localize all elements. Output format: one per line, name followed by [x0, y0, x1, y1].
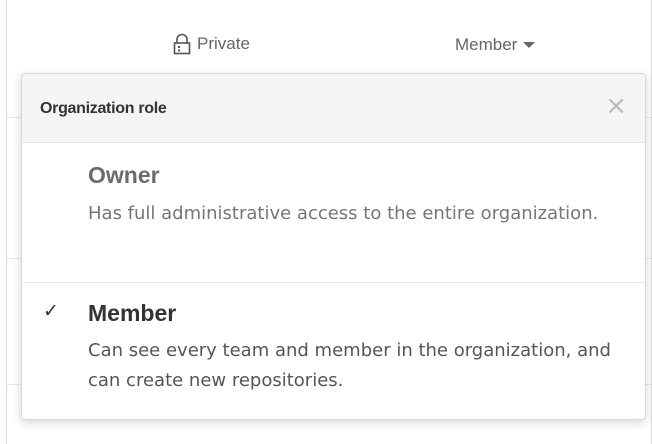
close-icon[interactable]: ×: [605, 93, 627, 119]
visibility-label: Private: [197, 34, 250, 53]
role-option-member[interactable]: ✓ Member Can see every team and member i…: [22, 283, 645, 419]
role-option-name: Member: [88, 300, 177, 326]
popover-header: Organization role ×: [22, 74, 645, 143]
caret-down-icon: [523, 42, 536, 48]
visibility-indicator: Private: [172, 33, 250, 55]
role-option-description: Can see every team and member in the org…: [88, 340, 611, 391]
role-dropdown-button[interactable]: Member: [455, 35, 536, 55]
role-dropdown-label: Member: [455, 35, 518, 54]
role-option-description: Has full administrative access to the en…: [88, 203, 599, 224]
organization-role-popover: Organization role × Owner Has full admin…: [21, 73, 646, 420]
page: Private Member Organization role × Owner…: [0, 0, 652, 444]
lock-icon: [173, 33, 191, 55]
popover-title: Organization role: [40, 100, 167, 117]
member-row: Private Member: [7, 0, 651, 72]
role-option-owner[interactable]: Owner Has full administrative access to …: [22, 143, 645, 283]
checkmark-icon: ✓: [43, 300, 59, 322]
role-option-name: Owner: [88, 162, 160, 188]
